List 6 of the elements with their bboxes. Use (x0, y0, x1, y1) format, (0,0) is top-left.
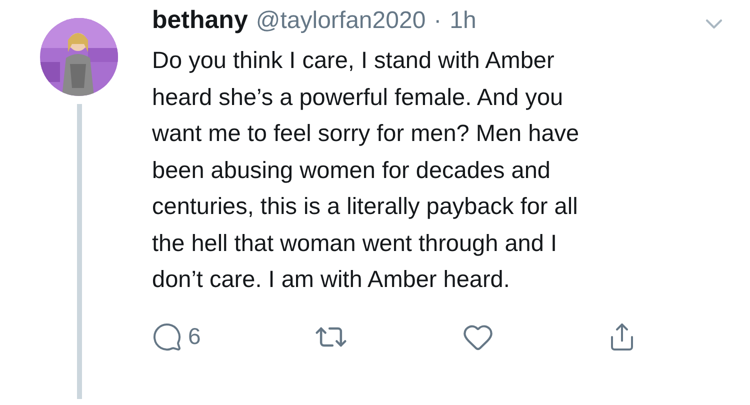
timestamp: 1h (450, 7, 476, 35)
tweet-text: Do you think I care, I stand with Amber heard she’s a powerful female. And you want me to feel sorry for men? Men have been abusing women for decades and centuries, this is a literally payback for all the hell that woman went through and I don’t care. I am with Amber heard. (152, 46, 580, 294)
user-handle: @taylorfan2020 (256, 7, 426, 35)
separator: · (434, 7, 442, 35)
display-name: bethany (152, 6, 248, 35)
reply-button[interactable]: 6 (152, 322, 201, 352)
